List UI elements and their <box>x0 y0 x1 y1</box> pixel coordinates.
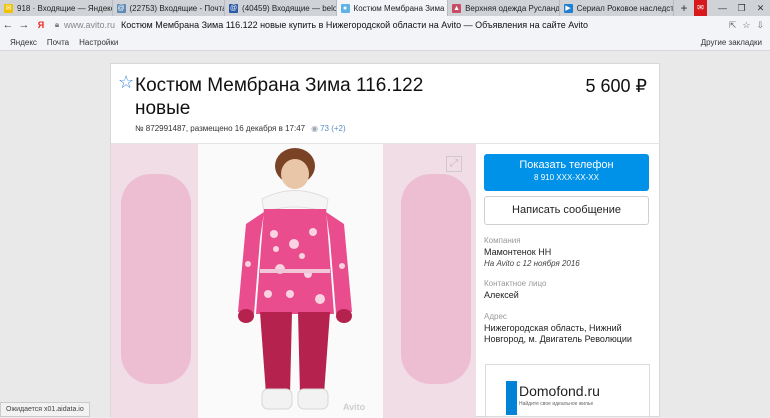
bookmark-settings[interactable]: Настройки <box>79 38 118 47</box>
company-label: Компания <box>484 236 521 245</box>
child-in-snowsuit-image <box>198 144 383 418</box>
listing-number-date: № 872991487, размещено 16 декабря в 17:4… <box>135 124 306 133</box>
page-content: ☆ Костюм Мембрана Зима 116.122 новые 5 6… <box>0 51 770 418</box>
yandex-mail-icon: ✉ <box>4 3 13 13</box>
eye-icon: ◉ <box>311 124 319 133</box>
mail-badge-icon[interactable]: ✉ <box>694 0 707 16</box>
maximize-button[interactable]: ❐ <box>732 0 751 16</box>
favorite-star-icon[interactable]: ☆ <box>118 73 134 91</box>
url-page-title[interactable]: Костюм Мембрана Зима 116.122 новые купит… <box>121 20 588 30</box>
tab-mail-belon[interactable]: @ (40459) Входящие — belon <box>225 0 337 16</box>
ad-brand: Domofond.ru <box>519 383 600 399</box>
tab-label: Костюм Мембрана Зима <box>353 3 445 13</box>
tab-label: 918 · Входящие — Яндекс <box>17 3 113 13</box>
download-icon[interactable]: ⇩ <box>756 20 764 31</box>
company-name-link[interactable]: Мамонтенок НН <box>484 247 649 258</box>
shop-icon: ▲ <box>452 3 462 13</box>
photo-blur-right <box>401 174 471 384</box>
mail-icon: @ <box>116 3 126 13</box>
ad-slogan: Найдите свое идеальное жилье <box>519 401 594 407</box>
tab-serial[interactable]: ▶ Сериал Роковое наследст <box>560 0 675 16</box>
other-bookmarks[interactable]: Другие закладки <box>701 38 762 47</box>
view-count: ◉ 73 (+2) <box>311 124 346 133</box>
browser-tab-bar: ✉ 918 · Входящие — Яндекс @ (22753) Вход… <box>0 0 770 16</box>
tab-label: (22753) Входящие - Почта <box>129 3 226 13</box>
close-window-button[interactable]: ✕ <box>751 0 770 16</box>
url-domain[interactable]: www.avito.ru <box>64 20 115 30</box>
tab-label: Верхняя одежда Русланд <box>465 3 560 13</box>
tab-label: (40459) Входящие — belon <box>242 3 337 13</box>
contact-label: Контактное лицо <box>484 279 547 288</box>
window-controls: ✉ — ❐ ✕ <box>694 0 770 16</box>
tab-ruslend[interactable]: ▲ Верхняя одежда Русланд <box>448 0 560 16</box>
domofond-ad[interactable]: Domofond.ru Найдите свое идеальное жилье <box>485 364 650 417</box>
tab-mail[interactable]: @ (22753) Входящие - Почта <box>113 0 226 16</box>
listing-price: 5 600 ₽ <box>585 76 648 96</box>
seller-sidebar: Показать телефон 8 910 XXX-XX-XX Написат… <box>484 154 649 345</box>
photo-gallery[interactable]: ⤢ Avito <box>111 144 476 418</box>
tab-avito[interactable]: ● Костюм Мембрана Зима ✕ <box>336 0 449 16</box>
minimize-button[interactable]: — <box>713 0 732 16</box>
domofond-logo-icon <box>506 381 517 415</box>
view-count-value: 73 (+2) <box>320 124 346 133</box>
mail-icon: @ <box>229 3 239 13</box>
bookmarks-bar: Яндекс Почта Настройки Другие закладки <box>0 34 770 51</box>
company-since: На Avito с 12 ноября 2016 <box>484 259 580 268</box>
listing-title: Костюм Мембрана Зима 116.122 новые <box>135 75 424 119</box>
bookmark-star-icon[interactable]: ☆ <box>742 20 750 31</box>
yandex-logo[interactable]: Я <box>32 20 50 30</box>
lock-icon[interactable]: 🔒︎ <box>50 20 64 30</box>
status-bar: Ожидается x01.aidata.io <box>0 402 90 417</box>
new-tab-button[interactable]: + <box>674 0 694 16</box>
product-photo[interactable] <box>198 144 383 418</box>
bookmark-mail[interactable]: Почта <box>47 38 69 47</box>
address-value: Нижегородская область, Нижний Новгород, … <box>484 323 632 344</box>
bookmark-yandex[interactable]: Яндекс <box>10 38 37 47</box>
address-label: Адрес <box>484 312 507 321</box>
forward-arrow-icon[interactable]: → <box>16 19 32 31</box>
tab-yandex-mail[interactable]: ✉ 918 · Входящие — Яндекс <box>0 0 113 16</box>
show-phone-label: Показать телефон <box>519 159 614 171</box>
masked-phone: 8 910 XXX-XX-XX <box>534 173 599 182</box>
contact-name: Алексей <box>484 290 519 300</box>
avito-watermark: Avito <box>343 402 366 412</box>
photo-blur-left <box>121 174 191 384</box>
avito-icon: ● <box>340 3 350 13</box>
write-message-button[interactable]: Написать сообщение <box>484 196 649 225</box>
share-icon[interactable]: ⇱ <box>729 20 737 31</box>
address-bar-actions: ⇱ ☆ ⇩ <box>729 20 770 31</box>
tab-label: Сериал Роковое наследст <box>576 3 674 13</box>
show-phone-button[interactable]: Показать телефон 8 910 XXX-XX-XX <box>484 154 649 191</box>
video-icon: ▶ <box>563 3 573 13</box>
listing-meta: № 872991487, размещено 16 декабря в 17:4… <box>135 124 346 133</box>
back-arrow-icon[interactable]: ← <box>0 19 16 31</box>
fullscreen-icon[interactable]: ⤢ <box>446 156 462 172</box>
address-bar: ← → Я 🔒︎ www.avito.ru Костюм Мембрана Зи… <box>0 16 770 34</box>
